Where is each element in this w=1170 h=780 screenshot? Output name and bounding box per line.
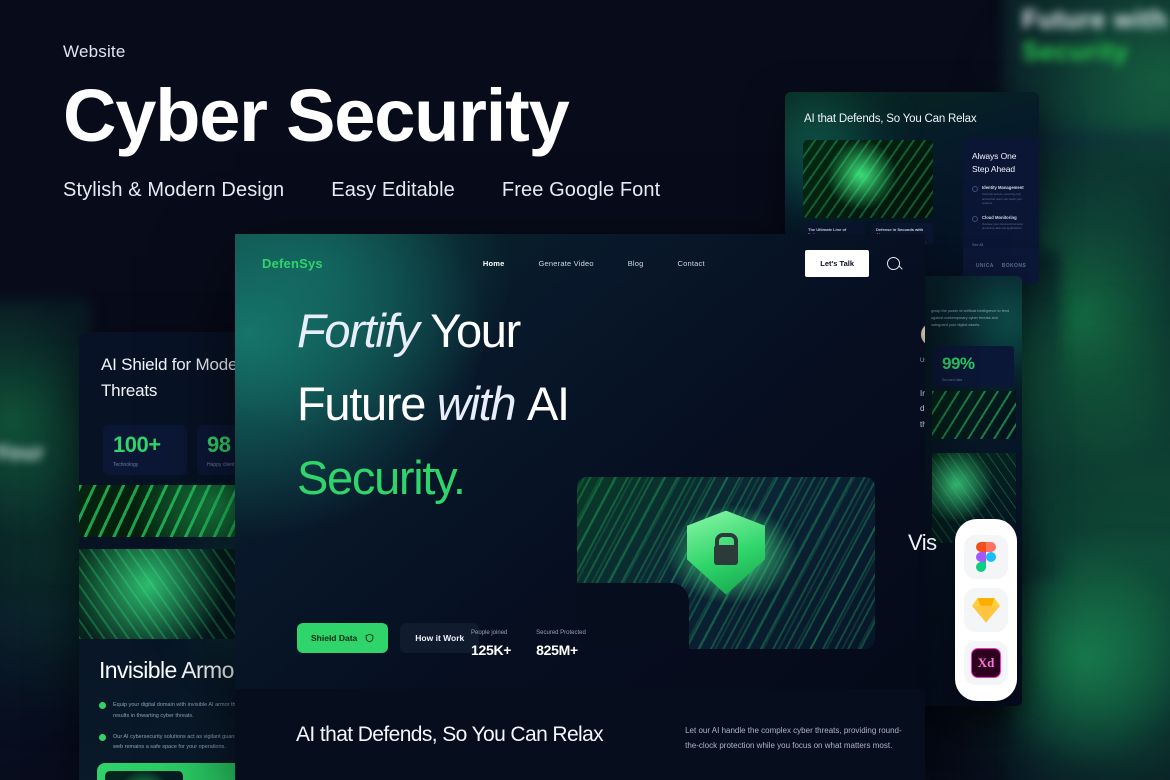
user-count-row: User 125M+	[920, 355, 925, 367]
user-label: User	[920, 358, 925, 364]
item-name: Cloud Monitoring	[982, 214, 1017, 220]
stat-value: 825M+	[536, 642, 578, 658]
adobe-xd-icon[interactable]: Xd	[964, 641, 1008, 685]
panel-heading: Always One Step Ahead	[972, 151, 1017, 175]
bullet-dot-icon	[99, 733, 106, 741]
nav-links: Home Generate Video Blog Contact	[483, 259, 705, 268]
partial-text-vis: Vis	[908, 530, 937, 555]
top-right-mockup-title: AI that Defends, So You Can Relax	[804, 113, 977, 125]
shield-icon	[687, 510, 765, 595]
hero-image-circuit-shield	[577, 477, 875, 649]
list-item: Identity Management Accurate access, ens…	[972, 185, 1030, 205]
lower-section: AI that Defends, So You Can Relax Let ou…	[235, 689, 925, 780]
how-it-work-button[interactable]: How it Work	[400, 623, 480, 653]
nav-item-home[interactable]: Home	[483, 259, 505, 268]
avatar	[920, 322, 925, 347]
hero-paragraph: Invest in AI-powered defenses today to p…	[920, 389, 925, 429]
hero-buttons: Shield Data How it Work	[297, 623, 480, 653]
brand-logo[interactable]: DefenSys	[262, 256, 323, 271]
sketch-icon[interactable]	[964, 588, 1008, 632]
stat-secured-protected: Secured Protected 825M+	[536, 628, 586, 658]
app-icons-pill: Xd	[955, 519, 1017, 701]
nav-item-blog[interactable]: Blog	[628, 259, 644, 268]
bg-text-left: Your	[0, 440, 45, 465]
hero-section: DefenSys Home Generate Video Blog Contac…	[235, 234, 925, 689]
see-all-link[interactable]: See All	[972, 243, 1030, 247]
stat-card-secured: 99% Secured data	[932, 345, 1014, 386]
headline-your: Your	[430, 304, 521, 357]
headline-security: Security.	[297, 450, 466, 504]
figma-icon[interactable]	[964, 535, 1008, 579]
logo-unica: UNICA	[975, 263, 994, 269]
adobe-xd-label: Xd	[971, 648, 1001, 678]
item-desc: Accurate access, ensuring only authorize…	[982, 192, 1022, 206]
user-social-proof: User 125M+	[920, 322, 925, 367]
stat-label: People joined	[471, 629, 508, 636]
search-icon[interactable]	[887, 256, 900, 270]
logo-bokons: BOKONS	[1001, 263, 1027, 269]
top-right-mockup-image	[803, 140, 933, 219]
circle-icon	[972, 186, 978, 193]
stat-card-technology: 100+ Technology	[103, 424, 187, 475]
page-title: Cyber Security	[63, 74, 570, 157]
navbar: DefenSys Home Generate Video Blog Contac…	[235, 234, 925, 292]
feature-item-1: Easy Editable	[331, 178, 455, 201]
hero-stats: People joined 125K+ Secured Protected 82…	[471, 628, 586, 658]
stat-value: 125K+	[471, 642, 512, 658]
headline-ai: AI	[526, 377, 570, 431]
nav-item-generate-video[interactable]: Generate Video	[539, 259, 594, 268]
stat-people-joined: People joined 125K+	[471, 628, 511, 658]
avatar-group	[920, 322, 925, 347]
right-mockup-image-1	[932, 390, 1016, 439]
green-card-image	[105, 771, 183, 780]
headline-fortify: Fortify	[297, 304, 420, 357]
lets-talk-button[interactable]: Let's Talk	[805, 249, 869, 277]
feature-item-0: Stylish & Modern Design	[63, 178, 285, 201]
stat-label: Secured Protected	[536, 629, 586, 636]
poster-header: Website Cyber Security Stylish & Modern …	[63, 42, 660, 202]
navbar-actions: Let's Talk	[805, 249, 900, 277]
shield-data-button[interactable]: Shield Data	[297, 623, 389, 653]
stat-label: Secured data	[942, 377, 963, 382]
lower-paragraph: Let our AI handle the complex cyber thre…	[685, 726, 902, 751]
lower-heading: AI that Defends, So You Can Relax	[296, 723, 604, 746]
stat-label: Technology	[113, 461, 139, 468]
header-kicker: Website	[63, 42, 126, 61]
circle-icon	[972, 215, 978, 222]
item-desc: Oversee your cloud environment, protecti…	[982, 221, 1024, 231]
item-name: Identity Management	[982, 185, 1024, 191]
poster-canvas: Future with Security Your Website Cyber …	[0, 0, 1170, 780]
lock-icon	[714, 532, 738, 565]
shield-icon	[365, 633, 374, 643]
main-mockup[interactable]: DefenSys Home Generate Video Blog Contac…	[235, 234, 925, 780]
list-item: Cloud Monitoring Oversee your cloud envi…	[972, 215, 1030, 231]
feature-list: Stylish & Modern Design Easy Editable Fr…	[63, 179, 660, 202]
headline-with: with	[436, 377, 517, 431]
right-mockup-paragraph: grasp the power of artificial intelligen…	[931, 309, 1010, 328]
bg-text-security: Security	[1022, 36, 1129, 66]
bullet-dot-icon	[99, 702, 106, 710]
bg-text-future: Future with	[1022, 4, 1168, 34]
image-corner-cutout	[577, 583, 689, 649]
stat-value: 99%	[942, 353, 975, 373]
feature-item-2: Free Google Font	[501, 178, 661, 201]
shield-data-label: Shield Data	[311, 633, 358, 643]
nav-item-contact[interactable]: Contact	[678, 259, 705, 268]
headline-future: Future	[297, 377, 426, 431]
stat-value: 100+	[113, 431, 161, 457]
